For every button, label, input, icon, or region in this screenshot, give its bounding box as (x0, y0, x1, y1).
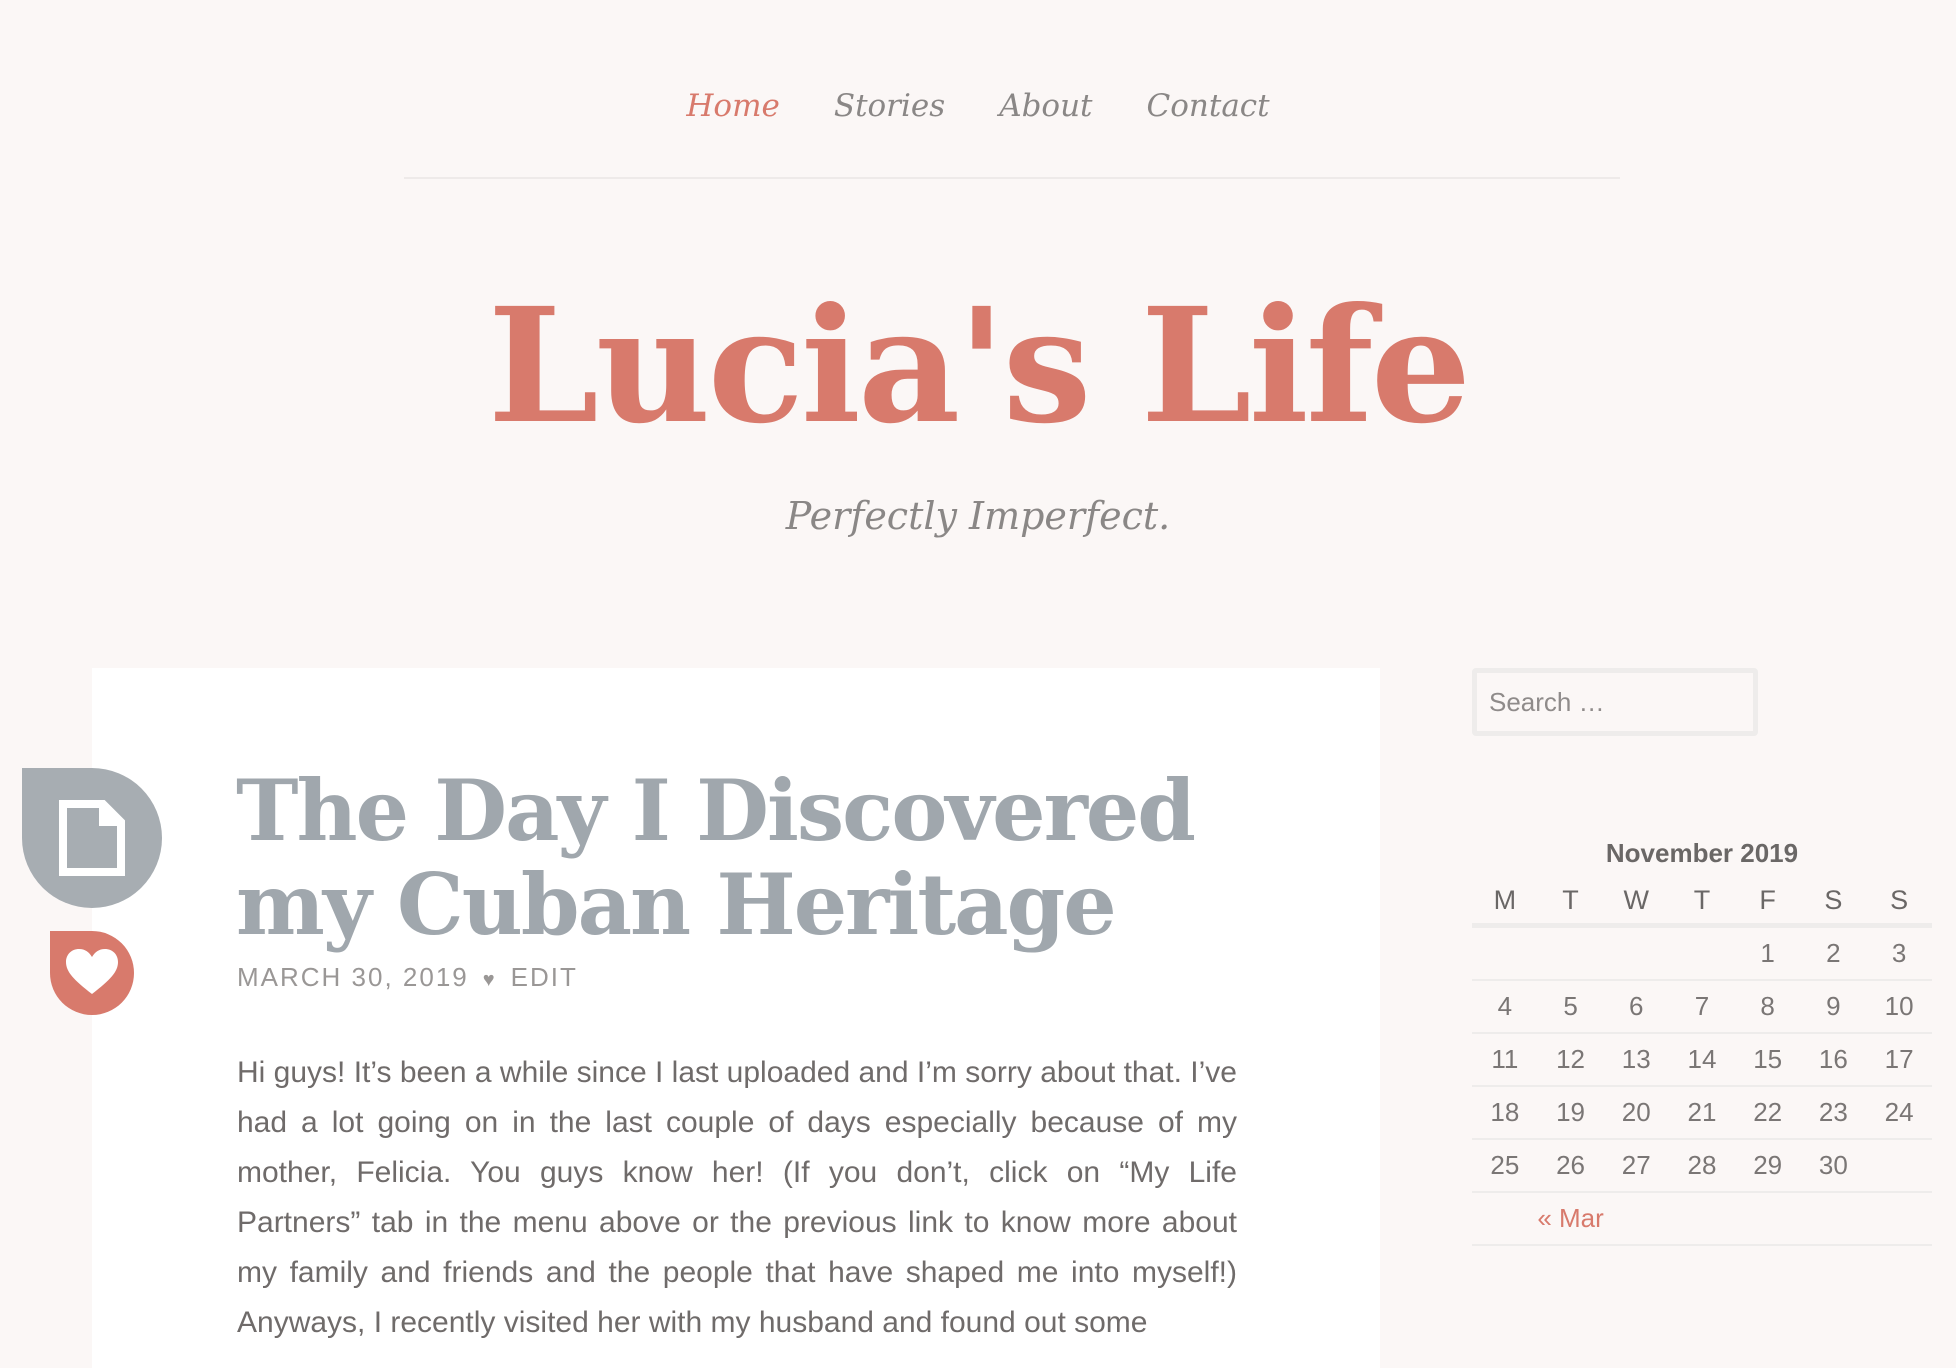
calendar-day: 5 (1537, 980, 1604, 1034)
calendar-day: 9 (1800, 980, 1867, 1034)
calendar-day: 7 (1669, 980, 1735, 1034)
nav-divider (404, 177, 1620, 179)
calendar-day: 22 (1734, 1086, 1801, 1140)
calendar-day (1537, 925, 1604, 981)
calendar-day (1866, 1139, 1932, 1193)
nav-item-contact[interactable]: Contact (1147, 88, 1270, 124)
calendar-day: 25 (1472, 1139, 1538, 1193)
calendar-day: 13 (1603, 1033, 1670, 1087)
calendar-day: 3 (1866, 925, 1932, 981)
calendar-day: 12 (1537, 1033, 1604, 1087)
calendar-day: 29 (1734, 1139, 1801, 1193)
calendar-week-row: 18 19 20 21 22 23 24 (1472, 1086, 1932, 1140)
site-tagline: Perfectly Imperfect. (785, 494, 1171, 538)
calendar-day: 26 (1537, 1139, 1604, 1193)
calendar-day: 14 (1669, 1033, 1735, 1087)
calendar-day: 27 (1603, 1139, 1670, 1193)
calendar-day: 16 (1800, 1033, 1867, 1087)
calendar-day (1669, 925, 1735, 981)
calendar-pad (1669, 1192, 1735, 1246)
calendar-nav-row: « Mar (1472, 1192, 1932, 1246)
main-nav: Home Stories About Contact (0, 88, 1956, 124)
weekday-header: T (1669, 877, 1735, 928)
post-format-icon (22, 768, 162, 908)
post-body: Hi guys! It’s been a while since I last … (237, 1056, 1237, 1339)
like-button[interactable] (50, 931, 134, 1015)
weekday-header: S (1866, 877, 1932, 928)
calendar-day: 1 (1734, 925, 1801, 981)
calendar-day: 30 (1800, 1139, 1867, 1193)
weekday-header: M (1472, 877, 1538, 928)
calendar-day (1603, 925, 1670, 981)
calendar-day (1472, 925, 1538, 981)
post-date[interactable]: MARCH 30, 2019 (237, 962, 469, 992)
calendar-next-empty (1734, 1192, 1932, 1246)
calendar-day: 18 (1472, 1086, 1538, 1140)
calendar-day: 11 (1472, 1033, 1538, 1087)
calendar-day: 23 (1800, 1086, 1867, 1140)
calendar-day: 19 (1537, 1086, 1604, 1140)
nav-item-home[interactable]: Home (686, 88, 779, 124)
calendar-widget: November 2019 M T W T F S S 1 2 3 4 5 6 … (1472, 838, 1932, 1246)
calendar-day: 4 (1472, 980, 1538, 1034)
weekday-header: T (1537, 877, 1604, 928)
edit-link[interactable]: EDIT (511, 962, 578, 992)
calendar-day: 28 (1669, 1139, 1735, 1193)
calendar-day: 8 (1734, 980, 1801, 1034)
nav-item-stories[interactable]: Stories (834, 88, 945, 124)
weekday-header: S (1800, 877, 1867, 928)
heart-separator-icon: ♥ (482, 969, 497, 991)
weekday-header: W (1603, 877, 1670, 928)
calendar-week-row: 1 2 3 (1472, 925, 1932, 981)
nav-item-about[interactable]: About (999, 88, 1092, 124)
calendar-day: 15 (1734, 1033, 1801, 1087)
calendar-caption: November 2019 (1605, 838, 1799, 868)
calendar-day: 17 (1866, 1033, 1932, 1087)
search-input[interactable] (1472, 668, 1758, 736)
calendar-weekday-row: M T W T F S S (1472, 877, 1932, 928)
document-icon (59, 800, 125, 876)
calendar-day: 2 (1800, 925, 1867, 981)
calendar-day: 6 (1603, 980, 1670, 1034)
calendar-day: 10 (1866, 980, 1932, 1034)
post-title[interactable]: The Day I Discovered my Cuban Heritage (236, 764, 1276, 952)
site-title[interactable]: Lucia's Life (0, 288, 1956, 446)
post-meta: MARCH 30, 2019 ♥ EDIT (237, 962, 578, 993)
calendar-week-row: 25 26 27 28 29 30 (1472, 1139, 1932, 1193)
heart-icon (66, 949, 118, 994)
calendar-day: 20 (1603, 1086, 1670, 1140)
calendar-day: 21 (1669, 1086, 1735, 1140)
calendar-prev-month-link[interactable]: « Mar (1472, 1192, 1670, 1246)
weekday-header: F (1734, 877, 1801, 928)
calendar-week-row: 4 5 6 7 8 9 10 (1472, 980, 1932, 1034)
calendar-day: 24 (1866, 1086, 1932, 1140)
calendar-week-row: 11 12 13 14 15 16 17 (1472, 1033, 1932, 1087)
